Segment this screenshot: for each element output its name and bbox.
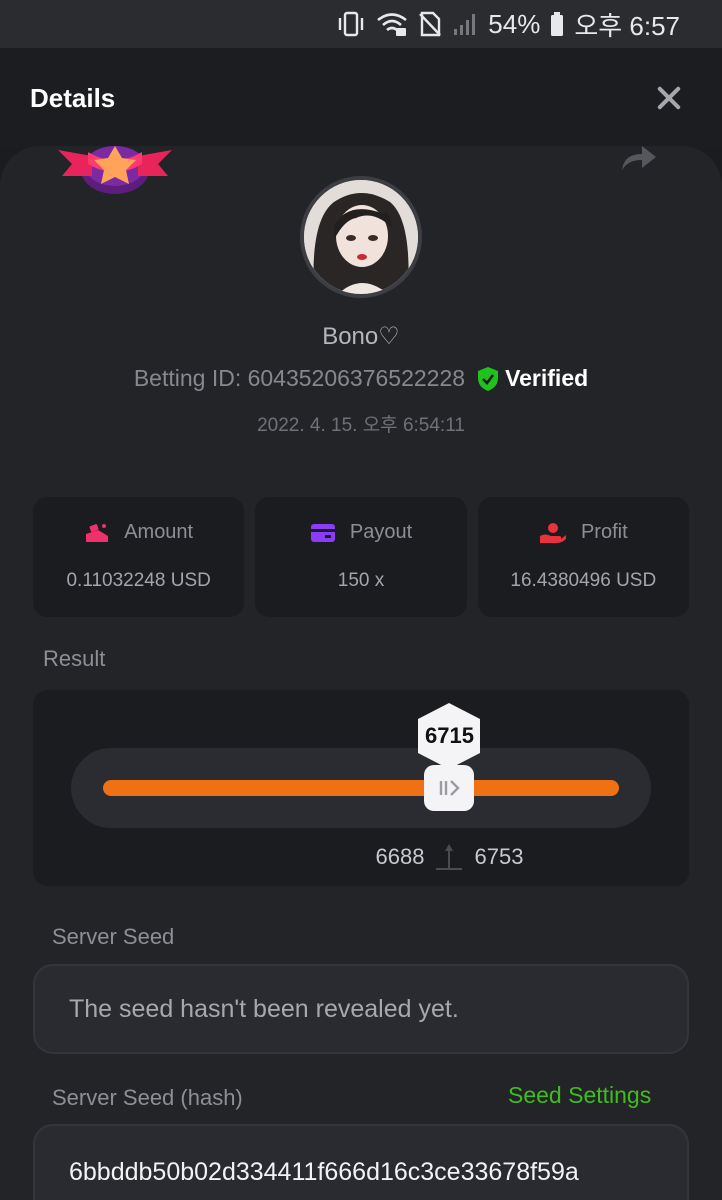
server-seed-hash-label: Server Seed (hash) <box>52 1085 243 1110</box>
battery-percent: 54% <box>488 8 541 39</box>
signal-icon <box>452 11 478 37</box>
username: Bono♡ <box>322 323 400 350</box>
result-range: 6688 6753 <box>299 842 599 872</box>
betting-id-row: Betting ID: 60435206376522228 Verified <box>0 365 722 392</box>
amount-label: Amount <box>124 521 194 543</box>
seed-settings-link[interactable]: Seed Settings <box>508 1082 651 1109</box>
profit-card: Profit 16.4380496 USD <box>477 497 689 617</box>
result-value-bubble: 6715 <box>418 703 481 769</box>
wifi-icon <box>376 11 408 37</box>
verified-badge: Verified <box>477 365 588 392</box>
hand-coin-icon <box>539 522 566 543</box>
vibrate-icon <box>336 11 366 37</box>
clock: 오후 6:57 <box>574 10 680 41</box>
close-icon[interactable] <box>654 83 684 113</box>
server-seed-label: Server Seed <box>52 924 175 949</box>
rank-badge-icon <box>58 146 172 196</box>
payout-card: Payout 150 x <box>255 497 467 617</box>
result-slider-handle[interactable] <box>424 765 475 811</box>
avatar <box>300 176 422 298</box>
range-low: 6688 <box>375 844 425 869</box>
payout-label: Payout <box>349 521 413 543</box>
result-value: 6715 <box>425 723 474 748</box>
result-panel: 6715 6688 6753 <box>33 690 689 886</box>
profit-label: Profit <box>580 521 628 543</box>
server-seed-hash-field[interactable]: 6bbddb50b02d334411f666d16c3ce33678f59a <box>33 1124 689 1200</box>
result-label: Result <box>43 646 106 671</box>
share-icon[interactable] <box>620 146 656 170</box>
server-seed-field[interactable]: The seed hasn't been revealed yet. <box>33 964 689 1054</box>
shield-check-icon <box>478 366 499 391</box>
battery-icon <box>550 11 564 37</box>
status-bar: 54% 오후 6:57 <box>0 0 722 48</box>
result-slider-track <box>71 748 651 828</box>
betting-id: Betting ID: 60435206376522228 <box>133 365 466 391</box>
verified-label: Verified <box>505 365 589 391</box>
result-slider-fill <box>103 780 619 796</box>
payout-value: 150 x <box>337 570 385 591</box>
slider-grip-icon <box>440 780 461 796</box>
amount-value: 0.11032248 USD <box>66 570 211 591</box>
page-title: Details <box>30 82 116 113</box>
profit-value: 16.4380496 USD <box>510 570 657 591</box>
range-high: 6753 <box>474 844 524 869</box>
coins-icon <box>86 523 109 542</box>
arrow-up-icon <box>436 844 463 870</box>
no-sim-icon <box>418 11 442 37</box>
stats-row: Amount 0.11032248 USD Payout 150 x Profi… <box>33 497 689 617</box>
card-icon <box>310 523 335 542</box>
details-header: Details <box>0 48 722 148</box>
bet-timestamp: 2022. 4. 15. 오후 6:54:11 <box>257 415 465 436</box>
amount-card: Amount 0.11032248 USD <box>33 497 245 617</box>
